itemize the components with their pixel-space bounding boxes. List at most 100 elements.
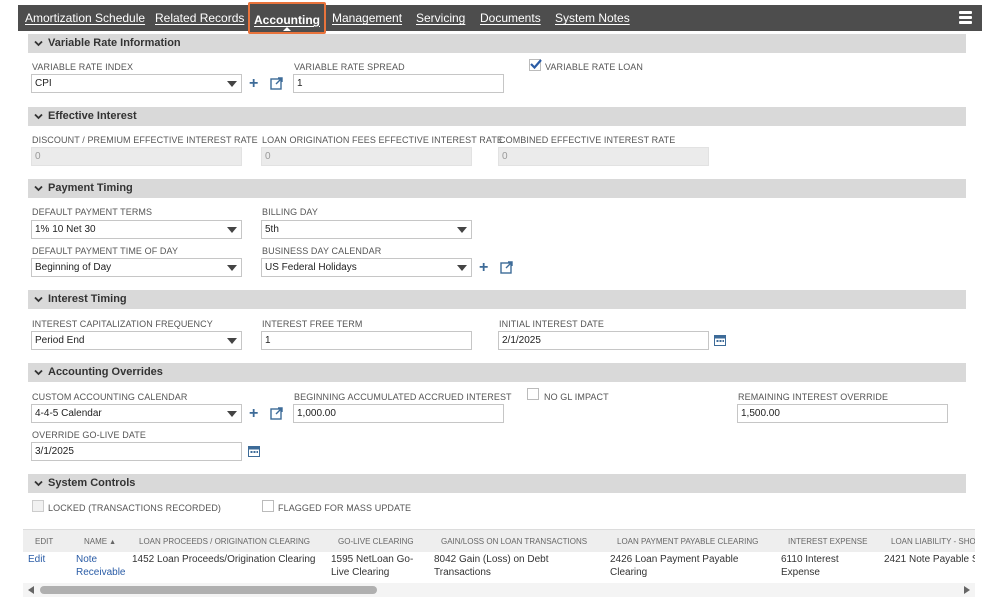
- tab-system-notes[interactable]: System Notes: [555, 5, 630, 31]
- scrollbar-thumb[interactable]: [40, 586, 377, 594]
- variable-rate-index-value: CPI: [35, 78, 52, 89]
- variable-rate-spread-label: VARIABLE RATE SPREAD: [294, 62, 405, 72]
- variable-rate-loan-label: VARIABLE RATE LOAN: [545, 62, 643, 72]
- origination-fees-rate-label: LOAN ORIGINATION FEES EFFECTIVE INTEREST…: [262, 135, 504, 145]
- variable-rate-index-select[interactable]: CPI: [31, 74, 242, 93]
- section-header-system-controls[interactable]: System Controls: [28, 474, 966, 493]
- table-header: EDIT NAME ▲ LOAN PROCEEDS / ORIGINATION C…: [23, 529, 975, 552]
- scroll-right-icon[interactable]: [964, 586, 970, 594]
- section-title: System Controls: [48, 477, 136, 489]
- column-header-gain-loss[interactable]: GAIN/LOSS ON LOAN TRANSACTIONS: [441, 530, 587, 553]
- plus-icon[interactable]: +: [249, 76, 258, 92]
- business-day-calendar-label: BUSINESS DAY CALENDAR: [262, 246, 382, 256]
- section-title: Payment Timing: [48, 182, 133, 194]
- no-gl-impact-label: NO GL IMPACT: [544, 392, 609, 402]
- tab-management[interactable]: Management: [332, 5, 402, 31]
- sort-ascending-icon: ▲: [109, 539, 117, 546]
- payment-time-of-day-label: DEFAULT PAYMENT TIME OF DAY: [32, 246, 179, 256]
- billing-day-value: 5th: [265, 224, 279, 235]
- column-header-liability[interactable]: LOAN LIABILITY - SHO: [891, 530, 975, 553]
- variable-rate-spread-input[interactable]: 1: [293, 74, 504, 93]
- section-title: Effective Interest: [48, 110, 137, 122]
- flagged-mass-update-checkbox[interactable]: [262, 500, 274, 512]
- capitalization-frequency-select[interactable]: Period End: [31, 331, 242, 350]
- tab-documents[interactable]: Documents: [480, 5, 541, 31]
- column-header-interest-expense[interactable]: INTEREST EXPENSE: [788, 530, 867, 553]
- proceeds-cell: 1452 Loan Proceeds/Origination Clearing: [132, 554, 316, 565]
- column-header-proceeds[interactable]: LOAN PROCEEDS / ORIGINATION CLEARING: [139, 530, 310, 553]
- no-gl-impact-checkbox[interactable]: [527, 388, 539, 400]
- plus-icon[interactable]: +: [479, 260, 488, 276]
- override-go-live-date-input[interactable]: 3/1/2025: [31, 442, 242, 461]
- plus-icon[interactable]: +: [249, 406, 258, 422]
- tab-servicing[interactable]: Servicing: [416, 5, 465, 31]
- billing-day-select[interactable]: 5th: [261, 220, 472, 239]
- chevron-down-icon: [34, 295, 43, 303]
- calendar-icon[interactable]: [714, 334, 726, 346]
- flagged-mass-update-label: FLAGGED FOR MASS UPDATE: [278, 503, 412, 513]
- column-header-payment-payable[interactable]: LOAN PAYMENT PAYABLE CLEARING: [617, 530, 758, 553]
- variable-rate-index-label: VARIABLE RATE INDEX: [32, 62, 134, 72]
- custom-accounting-calendar-select[interactable]: 4-4-5 Calendar: [31, 404, 242, 423]
- locked-checkbox: [32, 500, 44, 512]
- edit-link[interactable]: Edit: [28, 553, 45, 566]
- custom-accounting-calendar-value: 4-4-5 Calendar: [35, 408, 102, 419]
- chevron-down-icon: [34, 479, 43, 487]
- dropdown-arrow-icon: [227, 338, 237, 344]
- tab-bar: Amortization Schedule Related Records Ac…: [18, 2, 982, 34]
- dropdown-arrow-icon: [227, 411, 237, 417]
- interest-free-term-label: INTEREST FREE TERM: [262, 319, 363, 329]
- dropdown-arrow-icon: [457, 227, 467, 233]
- origination-fees-rate-field: 0: [261, 147, 472, 166]
- table-row: Edit Note Receivable 1452 Loan Proceeds/…: [23, 552, 975, 582]
- open-external-icon[interactable]: [270, 77, 283, 90]
- open-external-icon[interactable]: [270, 407, 283, 420]
- tab-amortization-schedule[interactable]: Amortization Schedule: [25, 5, 145, 31]
- custom-accounting-calendar-label: CUSTOM ACCOUNTING CALENDAR: [32, 392, 188, 402]
- column-header-go-live[interactable]: GO-LIVE CLEARING: [338, 530, 414, 553]
- beginning-accrued-interest-label: BEGINNING ACCUMULATED ACCRUED INTEREST: [294, 392, 512, 402]
- chevron-down-icon: [34, 184, 43, 192]
- go-live-cell: 1595 NetLoan Go-Live Clearing: [331, 554, 414, 578]
- name-link[interactable]: Note Receivable: [76, 553, 131, 579]
- section-title: Interest Timing: [48, 293, 127, 305]
- business-day-calendar-value: US Federal Holidays: [265, 262, 357, 273]
- tab-accounting[interactable]: Accounting: [248, 2, 326, 34]
- section-header-payment-timing[interactable]: Payment Timing: [28, 179, 966, 198]
- horizontal-scrollbar[interactable]: [23, 583, 975, 597]
- remaining-interest-override-label: REMAINING INTEREST OVERRIDE: [738, 392, 889, 402]
- tab-related-records[interactable]: Related Records: [155, 5, 244, 31]
- open-external-icon[interactable]: [500, 261, 513, 274]
- dropdown-arrow-icon: [227, 81, 237, 87]
- calendar-icon[interactable]: [248, 445, 260, 457]
- interest-free-term-input[interactable]: 1: [261, 331, 472, 350]
- liability-cell: 2421 Note Payable S: [884, 554, 975, 565]
- section-header-accounting-overrides[interactable]: Accounting Overrides: [28, 363, 966, 382]
- dropdown-arrow-icon: [227, 265, 237, 271]
- locked-label: LOCKED (TRANSACTIONS RECORDED): [48, 503, 222, 513]
- discount-premium-rate-field: 0: [31, 147, 242, 166]
- gain-loss-cell: 8042 Gain (Loss) on Debt Transactions: [434, 554, 549, 578]
- column-header-name[interactable]: NAME ▲: [84, 530, 116, 553]
- payment-time-of-day-value: Beginning of Day: [35, 262, 112, 273]
- remaining-interest-override-input[interactable]: 1,500.00: [737, 404, 948, 423]
- beginning-accrued-interest-input[interactable]: 1,000.00: [293, 404, 504, 423]
- payment-time-of-day-select[interactable]: Beginning of Day: [31, 258, 242, 277]
- payment-payable-cell: 2426 Loan Payment Payable Clearing: [610, 554, 739, 578]
- initial-interest-date-input[interactable]: 2/1/2025: [498, 331, 709, 350]
- business-day-calendar-select[interactable]: US Federal Holidays: [261, 258, 472, 277]
- checkmark-icon: [530, 59, 542, 70]
- override-go-live-date-label: OVERRIDE GO-LIVE DATE: [32, 430, 146, 440]
- accounts-table: EDIT NAME ▲ LOAN PROCEEDS / ORIGINATION C…: [23, 529, 975, 597]
- scroll-left-icon[interactable]: [28, 586, 34, 594]
- section-header-interest-timing[interactable]: Interest Timing: [28, 290, 966, 309]
- section-header-variable-rate[interactable]: Variable Rate Information: [28, 34, 966, 53]
- chevron-down-icon: [34, 39, 43, 47]
- billing-day-label: BILLING DAY: [262, 207, 318, 217]
- chevron-down-icon: [34, 368, 43, 376]
- default-payment-terms-label: DEFAULT PAYMENT TERMS: [32, 207, 153, 217]
- variable-rate-loan-checkbox[interactable]: [529, 59, 542, 71]
- hamburger-menu-icon[interactable]: [959, 11, 972, 25]
- section-header-effective-interest[interactable]: Effective Interest: [28, 107, 966, 126]
- default-payment-terms-select[interactable]: 1% 10 Net 30: [31, 220, 242, 239]
